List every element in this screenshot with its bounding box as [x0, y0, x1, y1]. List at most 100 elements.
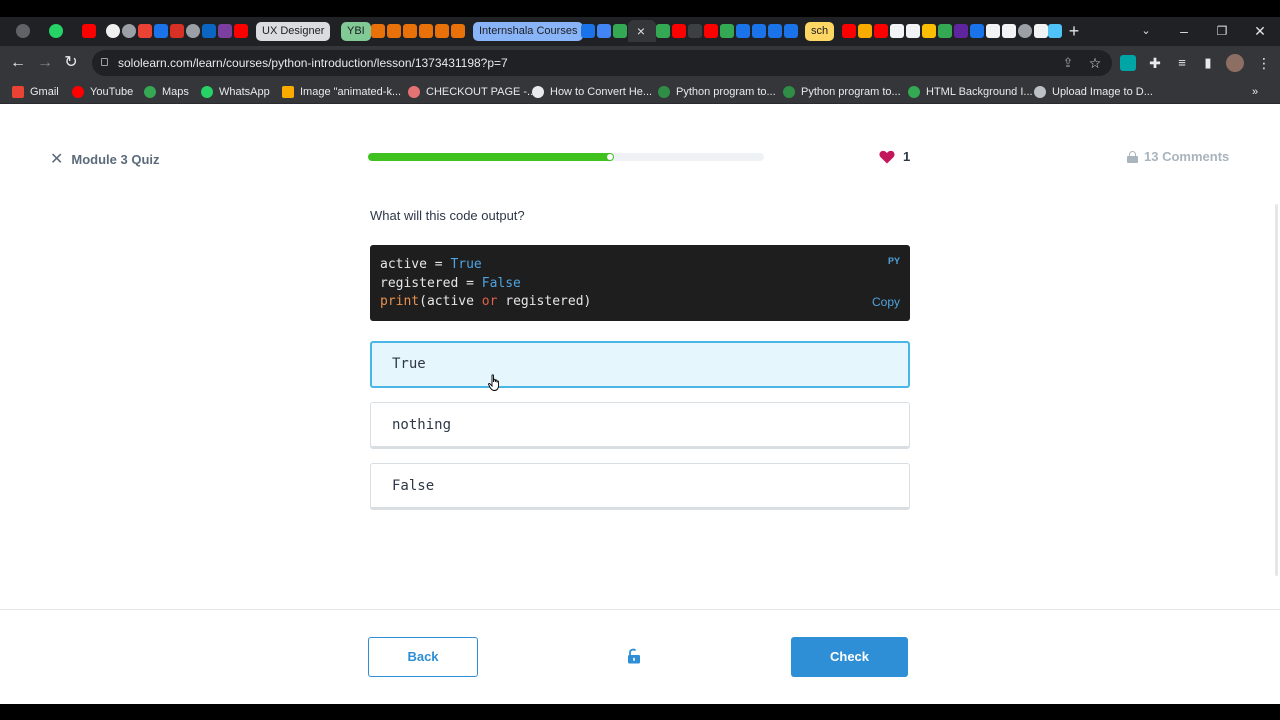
tab-icon[interactable]	[597, 24, 611, 38]
bookmark-python-1[interactable]: Python program to...	[658, 84, 776, 100]
gmail-tab-icon[interactable]	[138, 24, 152, 38]
tab-icon[interactable]	[858, 24, 872, 38]
lock-icon	[1127, 150, 1138, 163]
quiz-title: Module 3 Quiz	[71, 151, 160, 167]
new-tab-plus-icon[interactable]: +	[1064, 21, 1084, 41]
tab-icon[interactable]	[1048, 24, 1062, 38]
minimize-icon[interactable]: –	[1174, 21, 1194, 41]
youtube-tab-icon[interactable]	[874, 24, 888, 38]
youtube-tab-icon[interactable]	[82, 24, 96, 38]
bookmark-icon	[408, 86, 420, 98]
bookmark-python-2[interactable]: Python program to...	[783, 84, 901, 100]
tab-icon[interactable]	[656, 24, 670, 38]
tab-icon[interactable]	[688, 24, 702, 38]
puzzle-extensions-icon[interactable]: ✚	[1145, 53, 1165, 73]
tab-icon[interactable]	[922, 24, 936, 38]
answer-option-nothing[interactable]: nothing	[370, 402, 910, 449]
tab-icon[interactable]	[1002, 24, 1016, 38]
bookmark-maps[interactable]: Maps	[144, 84, 189, 100]
tab-icon[interactable]	[752, 24, 766, 38]
tab-icon[interactable]	[154, 24, 168, 38]
youtube-tab-icon[interactable]	[672, 24, 686, 38]
tab-group-ux-designer[interactable]: UX Designer	[256, 22, 331, 41]
reload-icon[interactable]: ↻	[61, 53, 81, 73]
tab-icon[interactable]	[122, 24, 136, 38]
star-icon[interactable]: ☆	[1085, 53, 1105, 73]
tab-icon[interactable]	[768, 24, 782, 38]
lock-icon[interactable]	[101, 58, 108, 66]
tab-icon[interactable]	[784, 24, 798, 38]
close-tab-icon[interactable]: ×	[631, 21, 651, 41]
back-arrow-icon[interactable]: ←	[8, 53, 28, 73]
code-token: active =	[380, 257, 451, 272]
tab-search-chevron-icon[interactable]: ⌄	[1136, 21, 1156, 41]
tab-group-ybi[interactable]: YBI	[341, 22, 371, 41]
comments-button[interactable]: 13 Comments	[1127, 149, 1229, 164]
tab-icon[interactable]	[186, 24, 200, 38]
bookmark-gmail[interactable]: Gmail	[12, 84, 59, 100]
tab-icon[interactable]	[581, 24, 595, 38]
github-tab-icon[interactable]	[106, 24, 120, 38]
code-token: or	[481, 294, 498, 309]
tab-icon[interactable]	[435, 24, 449, 38]
linkedin-tab-icon[interactable]	[202, 24, 216, 38]
close-quiz-button[interactable]: ✕ Module 3 Quiz	[50, 149, 160, 169]
progress-knob	[606, 154, 613, 160]
bookmark-youtube[interactable]: YouTube	[72, 84, 133, 100]
more-bookmarks-icon[interactable]: »	[1252, 84, 1258, 100]
tab-icon[interactable]	[720, 24, 734, 38]
bookmark-whatsapp[interactable]: WhatsApp	[201, 84, 270, 100]
tab-icon[interactable]	[1034, 24, 1048, 38]
tab-icon[interactable]	[954, 24, 968, 38]
youtube-tab-icon[interactable]	[704, 24, 718, 38]
tab-group-internshala-courses[interactable]: Internshala Courses	[473, 22, 584, 41]
close-icon[interactable]: ✕	[50, 149, 63, 169]
gmail-tab-icon[interactable]	[170, 24, 184, 38]
scrollbar[interactable]	[1275, 204, 1278, 576]
menu-kebab-icon[interactable]: ⋮	[1254, 53, 1274, 73]
unlock-icon[interactable]	[627, 648, 641, 664]
bookmark-image[interactable]: Image "animated-k...	[282, 84, 401, 100]
side-panel-icon[interactable]: ▮	[1198, 53, 1218, 73]
address-bar[interactable]: sololearn.com/learn/courses/python-intro…	[92, 50, 1112, 76]
alpha-icon	[532, 86, 544, 98]
back-button[interactable]: Back	[368, 637, 478, 677]
youtube-tab-icon[interactable]	[842, 24, 856, 38]
close-window-icon[interactable]: ✕	[1250, 21, 1270, 41]
tab-icon[interactable]	[986, 24, 1000, 38]
hearts-counter: 1	[879, 149, 910, 164]
code-token: print	[380, 294, 420, 309]
youtube-tab-icon[interactable]	[234, 24, 248, 38]
tab-icon[interactable]	[613, 24, 627, 38]
forward-arrow-icon[interactable]: →	[35, 53, 55, 73]
tab-icon[interactable]	[906, 24, 920, 38]
tab-icon[interactable]	[371, 24, 385, 38]
bookmark-how-to-convert[interactable]: How to Convert He...	[532, 84, 652, 100]
tab-icon[interactable]	[1018, 24, 1032, 38]
tab-icon[interactable]	[218, 24, 232, 38]
bookmark-html-background[interactable]: HTML Background I...	[908, 84, 1033, 100]
tab-icon[interactable]	[403, 24, 417, 38]
bookmark-checkout[interactable]: CHECKOUT PAGE -...	[408, 84, 536, 100]
code-block: active = True registered = False print(a…	[370, 245, 910, 321]
tab-icon[interactable]	[451, 24, 465, 38]
tab-icon[interactable]	[419, 24, 433, 38]
profile-avatar[interactable]	[1226, 54, 1244, 72]
tab-icon[interactable]	[938, 24, 952, 38]
restore-icon[interactable]: ❐	[1212, 21, 1232, 41]
share-icon[interactable]: ⇪	[1058, 53, 1078, 73]
check-button[interactable]: Check	[791, 637, 908, 677]
bookmark-upload-image[interactable]: Upload Image to D...	[1034, 84, 1153, 100]
answer-option-true[interactable]: True	[370, 341, 910, 388]
extension-icon[interactable]	[1120, 55, 1136, 71]
tab-group-sch[interactable]: sch	[805, 22, 835, 41]
tab-icon[interactable]	[736, 24, 750, 38]
tab-icon[interactable]	[970, 24, 984, 38]
tab-icon[interactable]	[387, 24, 401, 38]
answer-option-false[interactable]: False	[370, 463, 910, 510]
media-control-icon[interactable]: ≡	[1172, 53, 1192, 73]
copy-code-button[interactable]: Copy	[872, 295, 900, 309]
tab-icon[interactable]	[890, 24, 904, 38]
chrome-icon[interactable]	[16, 24, 30, 38]
whatsapp-tab-icon[interactable]	[49, 24, 63, 38]
